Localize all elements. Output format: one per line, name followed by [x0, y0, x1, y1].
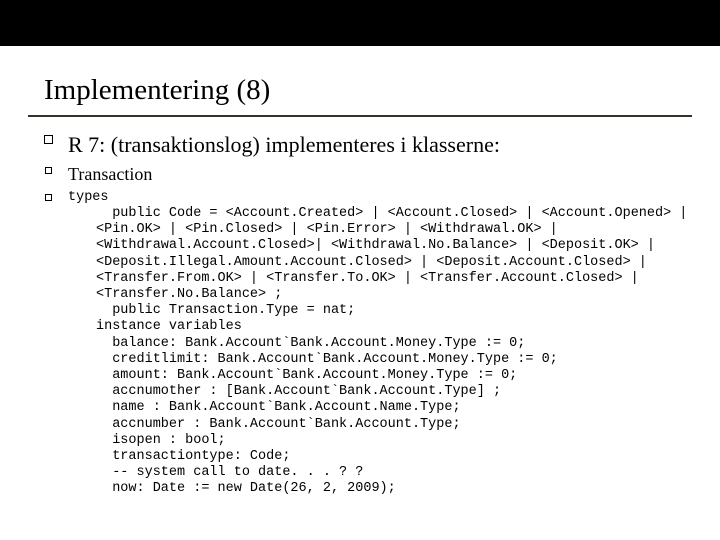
code-types-keyword: types [68, 190, 109, 206]
top-black-bar [0, 0, 720, 46]
bullet-icon [28, 190, 68, 201]
bullet-icon [28, 131, 68, 144]
code-block: public Code = <Account.Created> | <Accou… [28, 206, 692, 497]
slide-title: Implementering (8) [44, 74, 270, 106]
bullet-icon [28, 163, 68, 174]
bullet-text-2: Transaction [68, 163, 152, 186]
slide-content: R 7: (transaktionslog) implementeres i k… [0, 117, 720, 497]
bullet-text-1: R 7: (transaktionslog) implementeres i k… [68, 131, 500, 159]
